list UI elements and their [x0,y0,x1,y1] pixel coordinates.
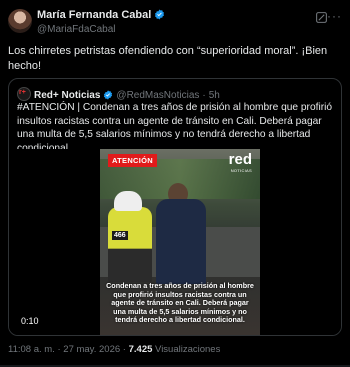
video-helmet [114,191,142,211]
tweet-time[interactable]: 11:08 a. m. [8,344,55,355]
video-unit-number: 466 [112,231,128,240]
meta-dot-2: · [122,344,126,355]
quoted-avatar[interactable] [17,87,31,101]
quoted-age[interactable]: 5h [209,90,220,101]
quoted-separator: · [202,90,206,101]
video-logo-sub: NOTICIAS [230,168,252,173]
tweet-meta: 11:08 a. m. · 27 may. 2026 · 7.425 Visua… [8,344,220,355]
quoted-name[interactable]: Red+ Noticias [34,90,100,101]
more-icon[interactable]: ··· [327,9,342,23]
author-avatar[interactable] [8,9,32,33]
quoted-text: #ATENCIÓN | Condenan a tres años de pris… [17,102,333,154]
tweet-date[interactable]: 27 may. 2026 [63,344,120,355]
tweet-text: Los chirretes petristas ofendiendo con “… [8,45,328,72]
quoted-header: Red+ Noticias @RedMasNoticias·5h [17,87,220,101]
views-count: 7.425 [128,344,153,355]
author-name-text[interactable]: María Fernanda Cabal [37,9,151,21]
video-man [156,199,206,284]
video-logo: red [228,151,252,168]
author-name[interactable]: María Fernanda Cabal [37,9,165,21]
video-player[interactable]: 466 ATENCIÓN red NOTICIAS Condenan a tre… [9,149,341,335]
video-officer [108,207,152,282]
meta-dot: · [57,344,61,355]
quoted-tweet[interactable]: Red+ Noticias @RedMasNoticias·5h #ATENCIÓ… [8,78,342,336]
verified-icon [155,9,165,20]
verified-icon [104,90,113,100]
quoted-handle[interactable]: @RedMasNoticias [116,90,199,101]
video-badge: ATENCIÓN [108,154,158,167]
video-caption: Condenan a tres años de prisión al hombr… [106,281,254,325]
tweet-header: María Fernanda Cabal @MariaFdaCabal ··· [8,7,342,39]
video-duration: 0:10 [21,316,39,326]
author-handle[interactable]: @MariaFdaCabal [37,24,116,35]
views-label: Visualizaciones [155,344,221,355]
video-frame[interactable]: 466 ATENCIÓN red NOTICIAS Condenan a tre… [100,149,260,335]
